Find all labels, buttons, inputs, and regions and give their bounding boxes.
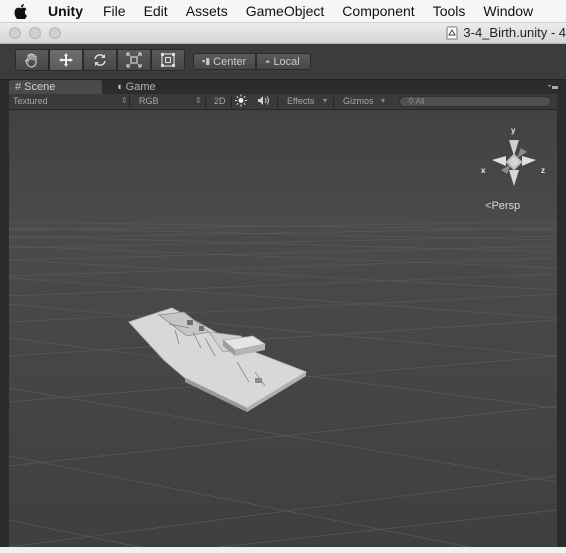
gizmos-chevron-icon: ▾ bbox=[381, 96, 386, 105]
gizmos-label: Gizmos bbox=[343, 96, 374, 106]
tab-game[interactable]: ◖ Game bbox=[110, 80, 190, 94]
projection-label: Persp bbox=[491, 200, 521, 212]
scale-tool-button[interactable] bbox=[117, 49, 151, 71]
apple-icon[interactable] bbox=[14, 3, 28, 19]
pivot-center-icon: ▪▮ bbox=[202, 56, 211, 66]
gizmo-x-label: x bbox=[481, 166, 486, 175]
menu-bar: Unity File Edit Assets GameObject Compon… bbox=[0, 0, 566, 23]
panel-menu-icon[interactable] bbox=[548, 84, 558, 90]
view-tabs: # Scene ◖ Game bbox=[0, 80, 566, 94]
move-tool-button[interactable] bbox=[49, 49, 83, 71]
scene-lighting-toggle[interactable] bbox=[235, 94, 247, 109]
zoom-window-button[interactable] bbox=[49, 27, 61, 39]
divider bbox=[231, 95, 232, 108]
draw-mode-value: Textured bbox=[13, 96, 48, 106]
search-placeholder: All bbox=[415, 97, 425, 106]
toggle-2d-label: 2D bbox=[214, 96, 226, 106]
window-title-bar: 3-4_Birth.unity - 4 bbox=[0, 23, 566, 44]
tab-scene-label: Scene bbox=[24, 81, 56, 93]
gizmo-y-label: y bbox=[511, 126, 516, 135]
menu-assets[interactable]: Assets bbox=[186, 3, 228, 19]
move-icon bbox=[59, 53, 73, 67]
transform-tools bbox=[15, 49, 185, 71]
minimize-window-button[interactable] bbox=[29, 27, 41, 39]
gizmos-dropdown[interactable]: Gizmos bbox=[343, 96, 374, 106]
window-title-text: 3-4_Birth.unity - 4 bbox=[463, 25, 566, 40]
pivot-local-toggle[interactable]: ◓ Local bbox=[256, 53, 311, 70]
render-mode-value: RGB bbox=[139, 96, 159, 106]
scene-search-input[interactable]: ⚲ All bbox=[399, 96, 551, 107]
projection-toggle[interactable]: <Persp bbox=[485, 200, 520, 212]
unity-scene-file-icon bbox=[446, 26, 458, 39]
main-toolbar: ▪▮ Center ◓ Local bbox=[0, 44, 566, 80]
divider bbox=[205, 95, 206, 108]
menu-component[interactable]: Component bbox=[342, 3, 414, 19]
menu-unity[interactable]: Unity bbox=[48, 3, 83, 19]
game-pacman-icon: ◖ bbox=[116, 81, 123, 93]
window-frame-right bbox=[557, 80, 566, 547]
pivot-local-label: Local bbox=[273, 55, 300, 68]
global-local-icon: ◓ bbox=[265, 56, 271, 67]
unity-editor-window: Unity File Edit Assets GameObject Compon… bbox=[0, 0, 566, 553]
divider bbox=[129, 95, 130, 108]
window-title: 3-4_Birth.unity - 4 bbox=[446, 25, 566, 40]
window-frame-bottom bbox=[0, 547, 566, 553]
hand-icon bbox=[25, 53, 37, 68]
effects-label: Effects bbox=[287, 96, 315, 106]
speaker-icon bbox=[258, 96, 269, 105]
tab-scene[interactable]: # Scene bbox=[9, 80, 102, 94]
scene-control-bar: Textured ⇕ RGB ⇕ 2D Effects ▾ Gizmos ▾ ⚲… bbox=[9, 94, 557, 110]
scene-grid-icon: # bbox=[15, 81, 22, 93]
scale-icon bbox=[126, 52, 142, 68]
divider bbox=[333, 95, 334, 108]
menu-edit[interactable]: Edit bbox=[144, 3, 168, 19]
rect-transform-icon bbox=[161, 53, 175, 67]
draw-mode-dropdown[interactable]: Textured bbox=[13, 96, 48, 106]
scene-view-canvas[interactable] bbox=[9, 110, 557, 547]
hand-tool-button[interactable] bbox=[15, 49, 49, 71]
menu-gameobject[interactable]: GameObject bbox=[246, 3, 325, 19]
render-mode-chevron-icon: ⇕ bbox=[195, 96, 202, 105]
pivot-controls: ▪▮ Center ◓ Local bbox=[193, 53, 311, 70]
effects-dropdown[interactable]: Effects bbox=[287, 96, 314, 106]
effects-chevron-icon: ▾ bbox=[323, 96, 328, 105]
sun-icon bbox=[235, 94, 247, 107]
render-mode-dropdown[interactable]: RGB bbox=[139, 96, 159, 106]
scene-audio-toggle[interactable] bbox=[257, 94, 271, 109]
rotate-tool-button[interactable] bbox=[83, 49, 117, 71]
tab-game-label: Game bbox=[125, 81, 156, 93]
draw-mode-chevron-icon: ⇕ bbox=[121, 96, 128, 105]
pivot-center-label: Center bbox=[213, 55, 247, 68]
close-window-button[interactable] bbox=[9, 27, 21, 39]
scene-orientation-gizmo[interactable]: y x z bbox=[479, 120, 549, 200]
scene-viewport[interactable]: y x z <Persp bbox=[9, 110, 557, 547]
pivot-center-toggle[interactable]: ▪▮ Center bbox=[193, 53, 256, 70]
divider bbox=[277, 95, 278, 108]
menu-file[interactable]: File bbox=[103, 3, 126, 19]
search-icon: ⚲ bbox=[408, 97, 414, 106]
menu-tools[interactable]: Tools bbox=[433, 3, 466, 19]
rotate-icon bbox=[94, 54, 106, 66]
sky-background bbox=[9, 110, 557, 225]
menu-window[interactable]: Window bbox=[483, 3, 533, 19]
toggle-2d-button[interactable]: 2D bbox=[214, 96, 226, 106]
rect-tool-button[interactable] bbox=[151, 49, 185, 71]
gizmo-z-label: z bbox=[541, 166, 545, 175]
window-frame-left bbox=[0, 80, 9, 547]
